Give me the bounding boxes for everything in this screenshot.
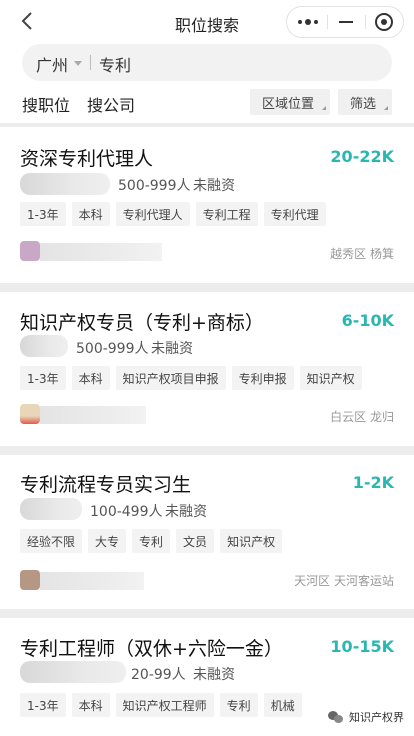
more-button[interactable]	[289, 7, 327, 37]
recruiter-name-blurred	[40, 572, 144, 590]
filter-label: 筛选	[350, 96, 377, 112]
job-tag: 1-3年	[20, 366, 66, 390]
corner-triangle-icon	[384, 106, 388, 110]
company-funding: 未融资	[151, 341, 193, 357]
minimize-button[interactable]	[327, 7, 365, 37]
job-tag: 本科	[71, 202, 110, 226]
job-tag: 专利代理人	[115, 202, 190, 226]
company-name-blurred	[20, 173, 110, 195]
job-tag: 专利申报	[231, 366, 294, 390]
job-tag: 专利工程	[195, 202, 258, 226]
close-button[interactable]	[365, 7, 403, 37]
job-salary: 6-10K	[341, 311, 394, 330]
wechat-logo-icon	[328, 711, 344, 723]
job-tag: 知识产权	[299, 366, 362, 390]
job-card[interactable]: 知识产权专员（专利+商标） 6-10K 500-999人 未融资 1-3年 本科…	[0, 292, 414, 446]
job-tag: 机械	[263, 693, 302, 717]
company-name-blurred	[20, 661, 126, 683]
job-tag: 1-3年	[20, 202, 66, 226]
region-filter-label: 区域位置	[262, 96, 315, 112]
job-salary: 10-15K	[330, 637, 394, 656]
job-tag: 本科	[71, 693, 110, 717]
job-tag: 文员	[176, 529, 215, 553]
company-size: 500-999人	[76, 341, 149, 357]
job-tag: 本科	[71, 366, 110, 390]
job-tag: 知识产权项目申报	[115, 366, 226, 390]
search-box[interactable]: 广州 专利	[22, 44, 392, 81]
search-input[interactable]: 专利	[99, 52, 131, 76]
filter-bar: 搜职位 搜公司 区域位置 筛选	[0, 84, 414, 124]
job-location: 天河区 天河客运站	[294, 574, 394, 588]
job-tag: 知识产权工程师	[115, 693, 214, 717]
company-funding: 未融资	[165, 504, 207, 520]
job-title: 知识产权专员（专利+商标）	[20, 312, 264, 334]
job-tags: 1-3年 本科 专利代理人 专利工程 专利代理	[20, 202, 326, 226]
job-salary: 20-22K	[330, 147, 394, 166]
search-divider	[90, 55, 91, 70]
city-selector[interactable]: 广州	[36, 52, 68, 76]
job-tag: 知识产权	[220, 529, 283, 553]
job-title: 专利流程专员实习生	[20, 474, 192, 496]
filter-button[interactable]: 筛选	[338, 89, 392, 115]
recruiter-avatar	[20, 570, 40, 590]
recruiter-name-blurred	[40, 406, 146, 424]
company-name-blurred	[20, 335, 68, 357]
company-funding: 未融资	[193, 667, 235, 683]
job-tag: 专利代理	[263, 202, 326, 226]
company-size: 500-999人	[118, 178, 191, 194]
job-tag: 1-3年	[20, 693, 66, 717]
mini-program-capsule	[286, 6, 404, 38]
job-card[interactable]: 资深专利代理人 20-22K 500-999人 未融资 1-3年 本科 专利代理…	[0, 127, 414, 283]
company-size: 100-499人	[90, 504, 163, 520]
caret-down-icon	[74, 61, 82, 66]
recruiter-name-blurred	[40, 243, 162, 261]
search-area: 广州 专利	[0, 44, 414, 84]
top-navigation-bar: 职位搜索	[0, 0, 414, 44]
job-tag: 专利	[219, 693, 258, 717]
job-location: 越秀区 杨箕	[330, 247, 394, 261]
recruiter-avatar	[20, 241, 40, 261]
job-card[interactable]: 专利流程专员实习生 1-2K 100-499人 未融资 经验不限 大专 专利 文…	[0, 455, 414, 609]
minimize-icon	[339, 21, 353, 23]
job-tags: 1-3年 本科 知识产权项目申报 专利申报 知识产权	[20, 366, 362, 390]
job-tags: 1-3年 本科 知识产权工程师 专利 机械	[20, 693, 302, 717]
corner-triangle-icon	[322, 106, 326, 110]
job-tag: 大专	[88, 529, 127, 553]
tab-search-companies[interactable]: 搜公司	[87, 92, 135, 116]
more-dots-icon	[298, 19, 318, 25]
company-size: 20-99人	[131, 667, 186, 683]
job-location: 白云区 龙归	[330, 410, 394, 424]
job-salary: 1-2K	[352, 473, 394, 492]
watermark-text: 知识产权界	[349, 711, 404, 724]
job-title: 资深专利代理人	[20, 148, 154, 170]
recruiter-avatar	[20, 404, 40, 424]
job-tag: 专利	[132, 529, 171, 553]
company-funding: 未融资	[193, 178, 235, 194]
job-tags: 经验不限 大专 专利 文员 知识产权	[20, 529, 283, 553]
job-title: 专利工程师（双休+六险一金）	[20, 638, 283, 660]
watermark: 知识产权界	[328, 709, 404, 725]
target-circle-icon	[375, 13, 393, 31]
tab-search-jobs[interactable]: 搜职位	[22, 92, 70, 116]
company-name-blurred	[20, 498, 82, 520]
job-tag: 经验不限	[20, 529, 83, 553]
region-filter-button[interactable]: 区域位置	[250, 89, 330, 115]
